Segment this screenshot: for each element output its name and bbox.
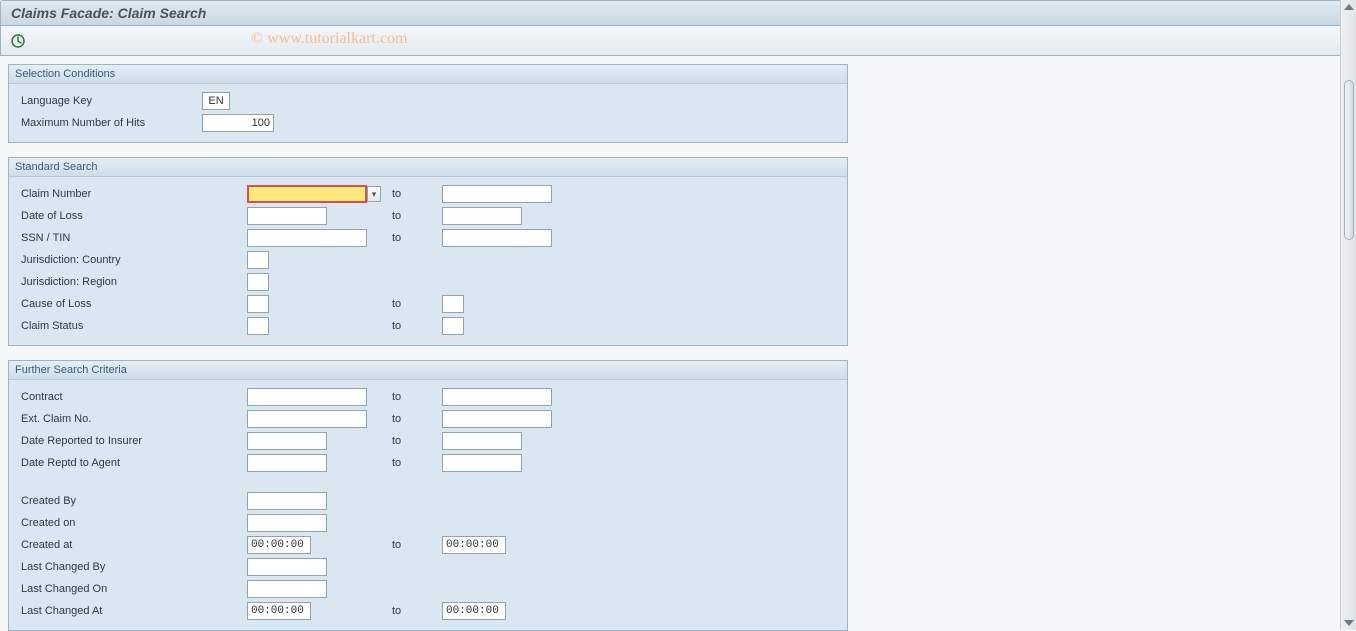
vertical-scrollbar[interactable] [1340,0,1356,630]
to-label: to [392,539,442,551]
juris-country-input[interactable] [247,251,269,269]
to-label: to [392,210,442,222]
group-header-further: Further Search Criteria [9,361,847,380]
toolbar: © www.tutorialkart.com [0,26,1356,56]
last-changed-at-from-input[interactable] [247,602,311,620]
claim-number-to-input[interactable] [442,185,552,203]
execute-button[interactable] [9,32,27,50]
to-label: to [392,391,442,403]
label-contract: Contract [17,391,247,403]
watermark: © www.tutorialkart.com [251,30,407,48]
date-rep-agent-from-input[interactable] [247,454,327,472]
to-label: to [392,605,442,617]
label-cause-of-loss: Cause of Loss [17,298,247,310]
to-label: to [392,435,442,447]
max-hits-input[interactable] [202,114,274,132]
label-claim-status: Claim Status [17,320,247,332]
label-claim-number: Claim Number [17,188,247,200]
to-label: to [392,232,442,244]
label-last-changed-at: Last Changed At [17,605,247,617]
created-by-input[interactable] [247,492,327,510]
label-ext-claim: Ext. Claim No. [17,413,247,425]
label-date-of-loss: Date of Loss [17,210,247,222]
to-label: to [392,320,442,332]
ssn-from-input[interactable] [247,229,367,247]
created-on-input[interactable] [247,514,327,532]
scroll-down-icon [1344,620,1354,626]
contract-to-input[interactable] [442,388,552,406]
claim-number-f4-button[interactable]: ▾ [367,186,381,202]
label-created-by: Created By [17,495,247,507]
label-juris-region: Jurisdiction: Region [17,276,247,288]
label-max-hits: Maximum Number of Hits [17,117,202,129]
label-language-key: Language Key [17,95,202,107]
date-of-loss-to-input[interactable] [442,207,522,225]
cause-of-loss-to-input[interactable] [442,295,464,313]
label-last-changed-by: Last Changed By [17,561,247,573]
cause-of-loss-from-input[interactable] [247,295,269,313]
last-changed-at-to-input[interactable] [442,602,506,620]
scroll-thumb[interactable] [1344,80,1354,240]
claim-number-from-input[interactable] [247,185,367,203]
search-help-icon: ▾ [372,189,377,200]
to-label: to [392,457,442,469]
label-ssn-tin: SSN / TIN [17,232,247,244]
to-label: to [392,188,442,200]
group-header-selection: Selection Conditions [9,65,847,84]
group-selection-conditions: Selection Conditions Language Key Maximu… [8,64,848,143]
created-at-from-input[interactable] [247,536,311,554]
label-date-rep-insurer: Date Reported to Insurer [17,435,247,447]
to-label: to [392,413,442,425]
label-date-rep-agent: Date Reptd to Agent [17,457,247,469]
ext-claim-from-input[interactable] [247,410,367,428]
last-changed-by-input[interactable] [247,558,327,576]
date-rep-insurer-from-input[interactable] [247,432,327,450]
page-title: Claims Facade: Claim Search [11,5,206,21]
scroll-up-icon [1344,4,1354,10]
group-standard-search: Standard Search Claim Number ▾ to Date o… [8,157,848,346]
label-created-at: Created at [17,539,247,551]
ssn-to-input[interactable] [442,229,552,247]
date-of-loss-from-input[interactable] [247,207,327,225]
language-key-input[interactable] [202,92,230,110]
group-header-standard: Standard Search [9,158,847,177]
to-label: to [392,298,442,310]
juris-region-input[interactable] [247,273,269,291]
label-last-changed-on: Last Changed On [17,583,247,595]
ext-claim-to-input[interactable] [442,410,552,428]
contract-from-input[interactable] [247,388,367,406]
claim-status-to-input[interactable] [442,317,464,335]
group-further-criteria: Further Search Criteria Contract to Ext.… [8,360,848,631]
created-at-to-input[interactable] [442,536,506,554]
content-area: Selection Conditions Language Key Maximu… [0,56,1356,631]
label-juris-country: Jurisdiction: Country [17,254,247,266]
claim-status-from-input[interactable] [247,317,269,335]
label-created-on: Created on [17,517,247,529]
window-title-bar: Claims Facade: Claim Search [0,0,1356,26]
clock-run-icon [10,33,26,49]
last-changed-on-input[interactable] [247,580,327,598]
date-rep-insurer-to-input[interactable] [442,432,522,450]
date-rep-agent-to-input[interactable] [442,454,522,472]
